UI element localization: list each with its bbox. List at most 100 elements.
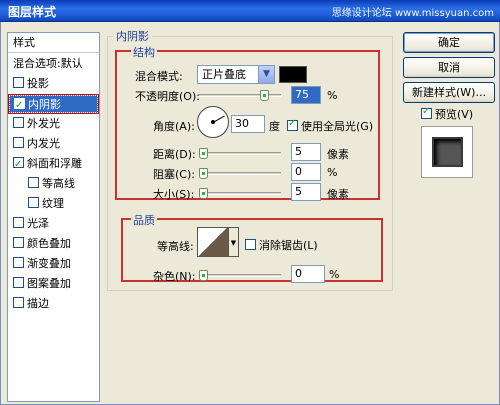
style-item-stroke[interactable]: 描边: [8, 294, 99, 314]
gradient-overlay-checkbox[interactable]: [13, 257, 24, 268]
noise-unit: %: [329, 268, 340, 281]
preview-swatch: [432, 137, 463, 167]
window-title: 图层样式: [8, 5, 57, 19]
inner-glow-checkbox[interactable]: [13, 137, 24, 148]
distance-input[interactable]: 5: [291, 143, 321, 161]
contour-picker[interactable]: [197, 227, 229, 257]
anti-alias-option[interactable]: 消除锯齿(L): [245, 237, 318, 253]
preview-label: 预览(V): [435, 108, 474, 121]
style-item-label: 混合选项:默认: [13, 57, 83, 70]
choke-input[interactable]: 0: [291, 163, 321, 181]
style-item-label: 渐变叠加: [27, 257, 71, 270]
chevron-down-icon: ▼: [258, 66, 274, 83]
style-item-blending-options[interactable]: 混合选项:默认: [8, 54, 99, 74]
inner-shadow-checkbox[interactable]: [14, 96, 25, 116]
style-item-label: 内阴影: [28, 98, 61, 111]
style-item-inner-glow[interactable]: 内发光: [8, 134, 99, 154]
drop-shadow-checkbox[interactable]: [13, 77, 24, 88]
style-item-label: 纹理: [42, 197, 64, 210]
choke-unit: %: [327, 166, 338, 179]
choke-label: 阻塞(C):: [153, 168, 195, 181]
blend-mode-value: 正片叠底: [202, 68, 246, 81]
size-slider-thumb[interactable]: [199, 188, 208, 199]
texture-checkbox[interactable]: [28, 197, 39, 208]
style-item-label: 斜面和浮雕: [27, 157, 82, 170]
style-item-contour[interactable]: 等高线: [8, 174, 99, 194]
style-item-label: 等高线: [42, 177, 75, 190]
style-item-bevel-emboss[interactable]: 斜面和浮雕: [8, 154, 99, 175]
shadow-color-swatch[interactable]: [279, 66, 307, 83]
distance-label: 距离(D):: [153, 148, 196, 161]
structure-title: 结构: [131, 44, 157, 60]
opacity-slider-thumb[interactable]: [260, 90, 269, 101]
style-item-label: 图案叠加: [27, 277, 71, 290]
quality-title: 品质: [131, 212, 157, 228]
contour-dropdown-arrow[interactable]: ▼: [229, 227, 239, 257]
opacity-input[interactable]: 75: [291, 86, 321, 104]
global-light-option[interactable]: 使用全局光(G): [287, 118, 373, 134]
style-item-satin[interactable]: 光泽: [8, 214, 99, 234]
style-item-pattern-overlay[interactable]: 图案叠加: [8, 274, 99, 294]
angle-dial-hub: [211, 120, 215, 124]
global-light-checkbox[interactable]: [287, 118, 298, 131]
style-item-color-overlay[interactable]: 颜色叠加: [8, 234, 99, 254]
choke-slider[interactable]: [199, 168, 281, 179]
style-item-label: 颜色叠加: [27, 237, 71, 250]
style-item-drop-shadow[interactable]: 投影: [8, 74, 99, 94]
style-preview: [421, 126, 473, 178]
angle-label: 角度(A):: [153, 120, 195, 133]
angle-input[interactable]: 30: [231, 115, 265, 133]
contour-checkbox[interactable]: [28, 177, 39, 188]
blend-mode-select[interactable]: 正片叠底 ▼: [197, 65, 275, 84]
contour-curve-icon: [198, 228, 228, 256]
style-item-inner-shadow[interactable]: 内阴影: [8, 94, 99, 116]
contour-label: 等高线:: [157, 240, 194, 253]
title-bar: 图层样式 思缘设计论坛 www.missyuan.com: [0, 0, 500, 22]
size-input[interactable]: 5: [291, 183, 321, 201]
watermark: 思缘设计论坛 www.missyuan.com: [331, 8, 494, 19]
style-item-outer-glow[interactable]: 外发光: [8, 114, 99, 134]
choke-slider-thumb[interactable]: [199, 168, 208, 179]
cancel-button[interactable]: 取消: [403, 57, 495, 78]
opacity-label: 不透明度(O):: [135, 90, 200, 103]
style-list: 样式 混合选项:默认 投影 内阴影 外发光 内发光 斜面和浮雕 等高线 纹理 光…: [7, 32, 100, 402]
style-item-texture[interactable]: 纹理: [8, 194, 99, 214]
size-slider[interactable]: [199, 188, 281, 199]
style-list-header[interactable]: 样式: [8, 33, 99, 53]
preview-checkbox[interactable]: [421, 106, 432, 119]
bevel-emboss-checkbox[interactable]: [13, 155, 24, 175]
opacity-unit: %: [327, 89, 338, 102]
inner-shadow-title: 内阴影: [113, 28, 152, 44]
anti-alias-label: 消除锯齿(L): [259, 239, 318, 252]
anti-alias-checkbox[interactable]: [245, 239, 256, 250]
ok-button[interactable]: 确定: [403, 32, 495, 53]
style-item-label: 光泽: [27, 217, 49, 230]
noise-input[interactable]: 0: [291, 265, 325, 283]
noise-label: 杂色(N):: [153, 270, 196, 283]
style-item-label: 内发光: [27, 137, 60, 150]
style-item-label: 外发光: [27, 117, 60, 130]
distance-slider-thumb[interactable]: [199, 148, 208, 159]
stroke-checkbox[interactable]: [13, 297, 24, 308]
style-item-label: 投影: [27, 77, 49, 90]
style-item-label: 描边: [27, 297, 49, 310]
satin-checkbox[interactable]: [13, 217, 24, 228]
angle-unit: 度: [269, 120, 280, 133]
style-item-gradient-overlay[interactable]: 渐变叠加: [8, 254, 99, 274]
angle-dial[interactable]: [197, 106, 229, 138]
blend-mode-label: 混合模式:: [135, 70, 183, 83]
preview-option[interactable]: 预览(V): [421, 106, 473, 122]
noise-slider-thumb[interactable]: [199, 270, 208, 281]
new-style-button[interactable]: 新建样式(W)...: [403, 82, 495, 103]
size-unit: 像素: [327, 188, 349, 201]
color-overlay-checkbox[interactable]: [13, 237, 24, 248]
opacity-slider[interactable]: [199, 90, 281, 101]
layer-style-dialog: 样式 混合选项:默认 投影 内阴影 外发光 内发光 斜面和浮雕 等高线 纹理 光…: [0, 22, 500, 405]
size-label: 大小(S):: [153, 188, 195, 201]
pattern-overlay-checkbox[interactable]: [13, 277, 24, 288]
outer-glow-checkbox[interactable]: [13, 117, 24, 128]
distance-unit: 像素: [327, 148, 349, 161]
global-light-label: 使用全局光(G): [301, 120, 374, 133]
distance-slider[interactable]: [199, 148, 281, 159]
noise-slider[interactable]: [199, 270, 281, 281]
